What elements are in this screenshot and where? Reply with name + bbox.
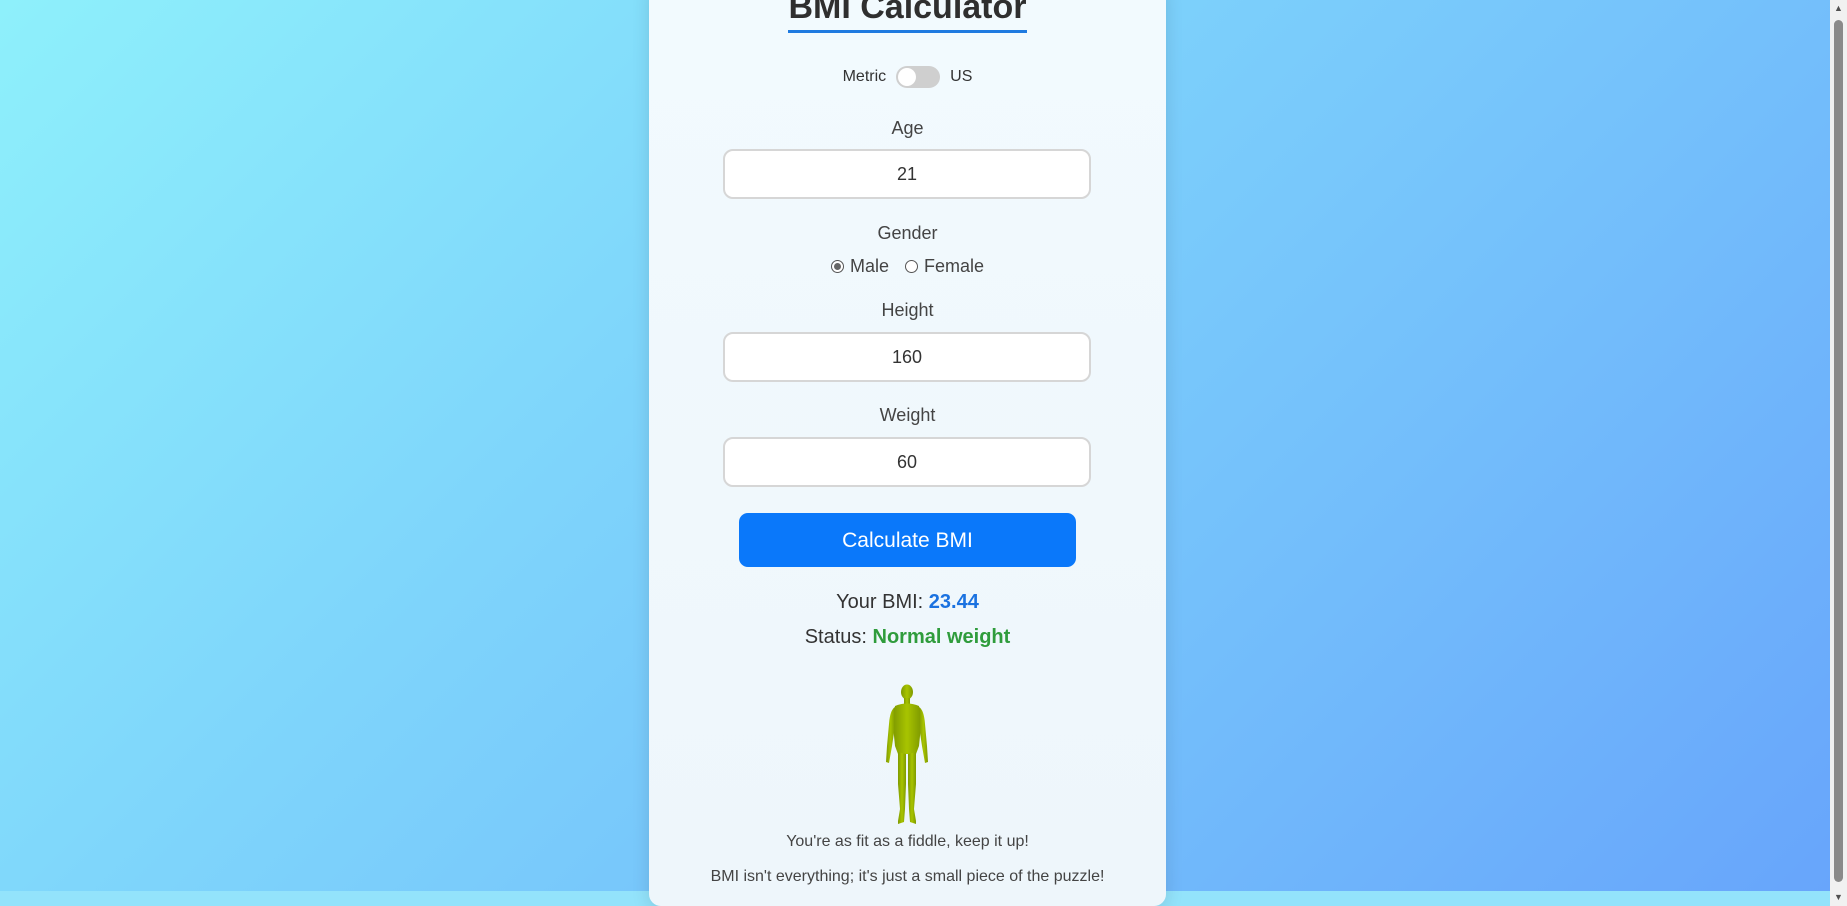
result-note: BMI isn't everything; it's just a small … [710,868,1105,885]
female-label[interactable]: Female [924,256,984,277]
gender-label: Gender [877,223,938,243]
bmi-prefix: Your BMI: [836,591,924,613]
height-input[interactable] [723,332,1091,382]
metric-label: Metric [842,68,887,85]
page-title: BMI Calculator [788,0,1027,33]
scroll-down-arrow-icon[interactable]: ▼ [1830,889,1847,906]
male-label[interactable]: Male [850,256,889,277]
age-label: Age [891,118,924,138]
scroll-thumb[interactable] [1834,20,1843,882]
height-label: Height [881,300,934,320]
bmi-result-line: Your BMI: 23.44 [649,591,1166,614]
status-prefix: Status: [804,626,867,648]
human-figure-icon [886,684,928,824]
bmi-card: BMI Calculator Metric US Age Gender Male… [649,0,1166,906]
vertical-scrollbar[interactable]: ▲ ▼ [1830,0,1847,906]
result-message: You're as fit as a fiddle, keep it up! [786,833,1029,850]
weight-input[interactable] [723,437,1091,487]
unit-toggle[interactable] [896,66,941,88]
us-label: US [950,68,973,85]
calculate-bmi-button[interactable]: Calculate BMI [739,513,1076,567]
bmi-value: 23.44 [928,591,979,613]
female-radio[interactable] [904,260,918,273]
age-input[interactable] [723,149,1091,199]
toggle-knob [898,68,917,86]
scroll-up-arrow-icon[interactable]: ▲ [1830,0,1847,17]
status-result-line: Status: Normal weight [649,626,1166,649]
male-radio[interactable] [830,260,844,273]
gender-options: Male Female [649,256,1166,277]
weight-label: Weight [879,405,936,425]
status-value: Normal weight [872,626,1011,648]
unit-toggle-row: Metric US [649,66,1166,88]
title-wrap: BMI Calculator [649,0,1166,33]
